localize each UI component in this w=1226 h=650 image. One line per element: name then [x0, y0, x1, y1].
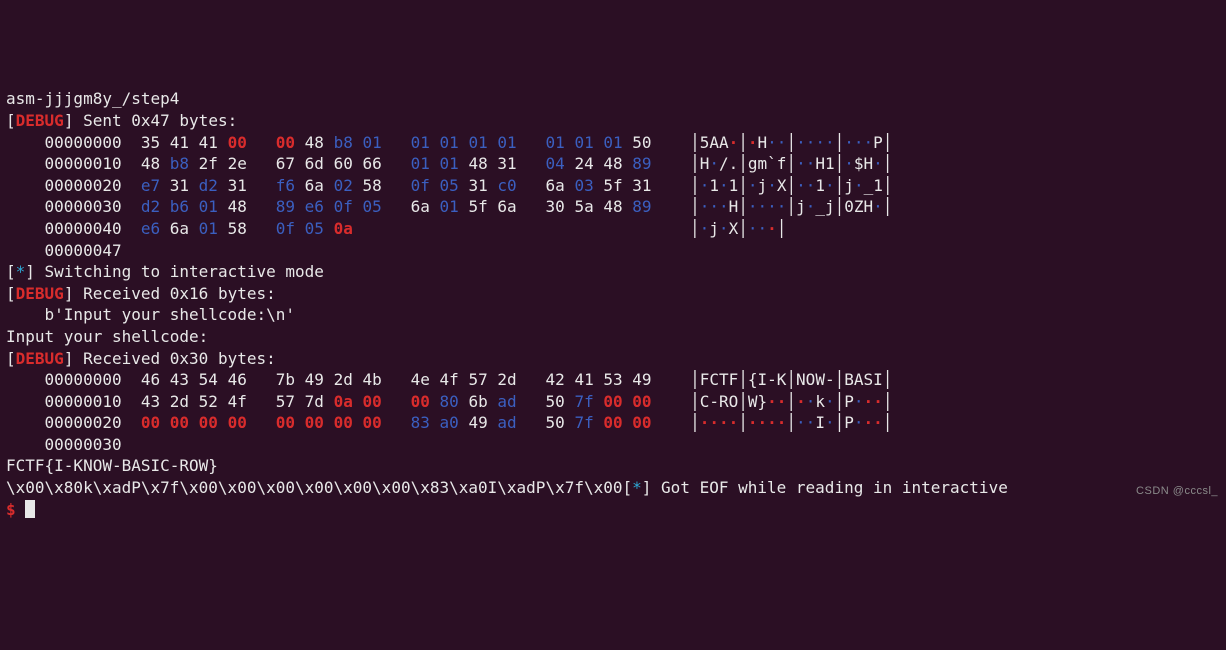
terminal-output: asm-jjjgm8y_/step4[DEBUG] Sent 0x47 byte…: [6, 88, 1220, 520]
debug-tag: DEBUG: [16, 111, 64, 130]
debug-recv1-line: [DEBUG] Received 0x16 bytes:: [6, 283, 1220, 305]
hexdump-row: 00000030: [6, 434, 1220, 456]
hexdump-row: 00000010 43 2d 52 4f 57 7d 0a 00 00 80 6…: [6, 391, 1220, 413]
hexdump-row: 00000000 46 43 54 46 7b 49 2d 4b 4e 4f 5…: [6, 369, 1220, 391]
hexdump-row: 00000010 48 b8 2f 2e 67 6d 60 66 01 01 4…: [6, 153, 1220, 175]
hexdump-row: 00000020 00 00 00 00 00 00 00 00 83 a0 4…: [6, 412, 1220, 434]
debug-sent-line: [DEBUG] Sent 0x47 bytes:: [6, 110, 1220, 132]
switching-line: [*] Switching to interactive mode: [6, 261, 1220, 283]
echo-line: Input your shellcode:: [6, 326, 1220, 348]
debug-recv2-line: [DEBUG] Received 0x30 bytes:: [6, 348, 1220, 370]
watermark: CSDN @cccsl_: [1136, 484, 1218, 499]
prompt-line[interactable]: $: [6, 499, 1220, 521]
hexdump-row: 00000000 35 41 41 00 00 48 b8 01 01 01 0…: [6, 132, 1220, 154]
cursor: [25, 500, 35, 518]
prompt-symbol: $: [6, 500, 16, 519]
eof-line: \x00\x80k\xadP\x7f\x00\x00\x00\x00\x00\x…: [6, 477, 1220, 499]
hexdump-row: 00000030 d2 b6 01 48 89 e6 0f 05 6a 01 5…: [6, 196, 1220, 218]
hexdump-row: 00000020 e7 31 d2 31 f6 6a 02 58 0f 05 3…: [6, 175, 1220, 197]
flag-line: FCTF{I-KNOW-BASIC-ROW}: [6, 455, 1220, 477]
hexdump-row: 00000040 e6 6a 01 58 0f 05 0a │·j·X│···│: [6, 218, 1220, 240]
recv1-body: b'Input your shellcode:\n': [6, 304, 1220, 326]
path-line: asm-jjjgm8y_/step4: [6, 88, 1220, 110]
hexdump-row: 00000047: [6, 240, 1220, 262]
